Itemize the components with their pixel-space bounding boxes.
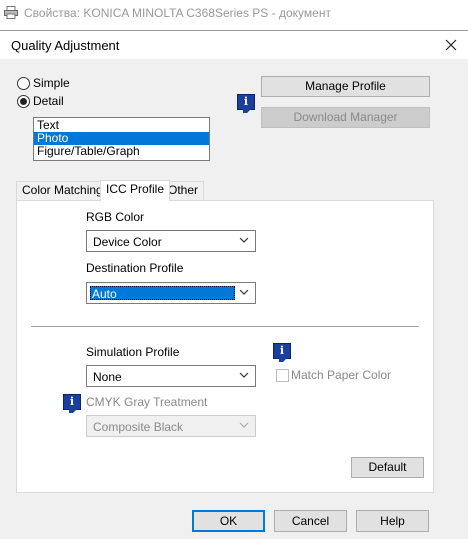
cmyk-gray-treatment-label: CMYK Gray Treatment: [86, 395, 208, 409]
chevron-down-icon: [239, 372, 249, 378]
detail-radio-label[interactable]: Detail: [33, 94, 64, 108]
chevron-down-icon: [239, 289, 249, 295]
simulation-profile-value: None: [93, 370, 122, 384]
cancel-button[interactable]: Cancel: [274, 510, 347, 532]
ok-button[interactable]: OK: [192, 510, 265, 532]
match-paper-color-checkbox[interactable]: [276, 369, 289, 382]
dialog-titlebar: Quality Adjustment: [0, 31, 468, 59]
info-icon[interactable]: i: [273, 343, 291, 362]
printer-icon: [4, 6, 18, 19]
info-icon[interactable]: i: [237, 94, 255, 113]
cmyk-gray-treatment-value: Composite Black: [93, 420, 184, 434]
quality-adjustment-dialog: Quality Adjustment Simple Detail Text Ph…: [0, 30, 468, 539]
rgb-color-select[interactable]: Device Color: [86, 230, 256, 252]
close-icon: [445, 39, 457, 51]
simple-radio[interactable]: [17, 77, 30, 90]
chevron-down-icon: [239, 422, 249, 428]
help-button[interactable]: Help: [356, 510, 429, 532]
dialog-title: Quality Adjustment: [11, 38, 120, 53]
download-manager-button[interactable]: Download Manager: [261, 107, 430, 128]
background-window-title: Свойства: KONICA MINOLTA C368Series PS -…: [24, 6, 331, 20]
destination-profile-value: Auto: [92, 287, 117, 301]
destination-profile-select[interactable]: Auto: [86, 282, 256, 304]
default-button[interactable]: Default: [351, 457, 424, 478]
detail-radio[interactable]: [17, 95, 30, 108]
simulation-profile-label: Simulation Profile: [86, 345, 180, 359]
image-type-listbox[interactable]: Text Photo Figure/Table/Graph: [33, 117, 210, 161]
rgb-color-value: Device Color: [93, 235, 162, 249]
tab-icc-profile[interactable]: ICC Profile: [100, 180, 171, 201]
rgb-color-label: RGB Color: [86, 210, 145, 224]
list-item-figure-table-graph[interactable]: Figure/Table/Graph: [34, 145, 209, 158]
manage-profile-button[interactable]: Manage Profile: [261, 76, 430, 97]
tab-color-matching[interactable]: Color Matching: [16, 181, 109, 200]
destination-profile-label: Destination Profile: [86, 261, 184, 275]
cmyk-gray-treatment-select[interactable]: Composite Black: [86, 415, 256, 437]
background-window-titlebar: Свойства: KONICA MINOLTA C368Series PS -…: [0, 0, 468, 26]
section-divider: [31, 326, 419, 327]
info-icon[interactable]: i: [63, 394, 81, 413]
close-button[interactable]: [436, 33, 466, 57]
simple-radio-label[interactable]: Simple: [33, 76, 70, 90]
match-paper-color-label: Match Paper Color: [291, 368, 392, 382]
chevron-down-icon: [239, 237, 249, 243]
simulation-profile-select[interactable]: None: [86, 365, 256, 387]
